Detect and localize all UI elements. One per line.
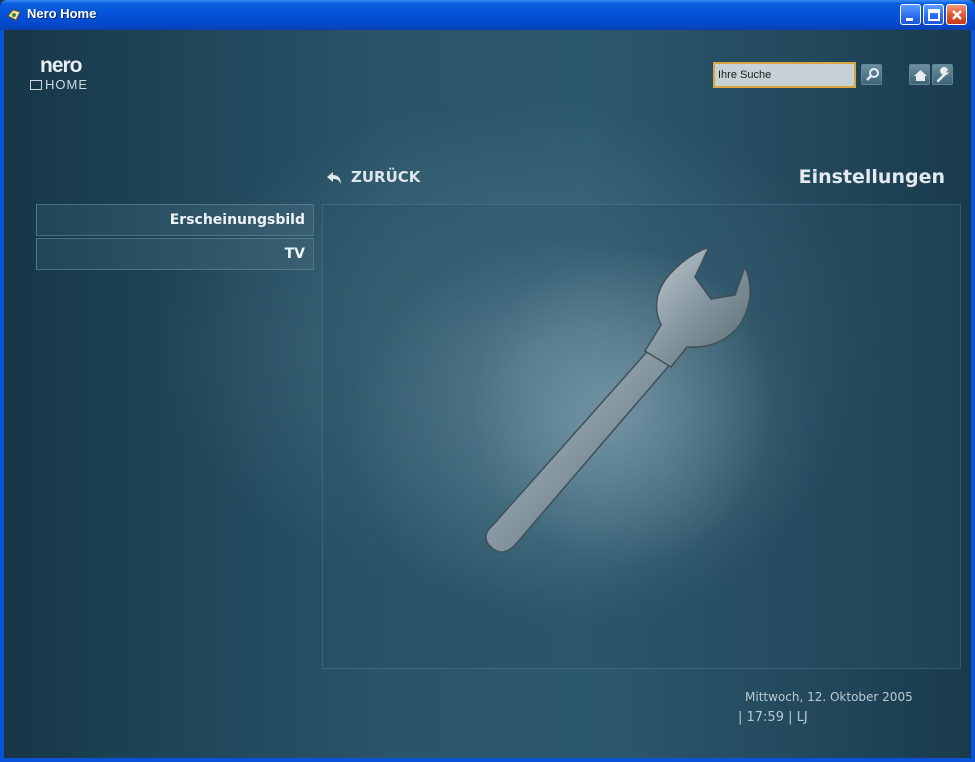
settings-button[interactable] [932, 64, 953, 85]
logo-tv-icon [30, 80, 42, 90]
close-button[interactable] [946, 4, 967, 25]
page-title: Einstellungen [798, 166, 945, 188]
search-input[interactable] [713, 62, 856, 88]
nero-home-logo: nero HOME [30, 54, 110, 96]
home-button[interactable] [909, 64, 930, 85]
time-display: | 17:59 | LJ [738, 710, 808, 725]
search-icon [866, 68, 879, 81]
home-icon [914, 70, 927, 81]
minimize-icon [906, 18, 913, 21]
back-label: ZURÜCK [351, 168, 421, 186]
maximize-button[interactable] [923, 4, 944, 25]
window-title: Nero Home [27, 6, 97, 21]
menu-item-tv[interactable]: TV [36, 238, 314, 270]
maximize-icon [928, 9, 940, 21]
nero-home-window: Nero Home nero HOME Ihre Suche ZURÜCK Ei… [0, 0, 975, 762]
settings-menu: Erscheinungsbild TV [36, 204, 314, 272]
wrench-icon [936, 67, 950, 83]
close-icon [952, 10, 962, 20]
content-panel [322, 204, 961, 669]
date-display: Mittwoch, 12. Oktober 2005 [745, 690, 913, 704]
minimize-button[interactable] [900, 4, 921, 25]
nero-app-icon [7, 9, 21, 21]
wrench-illustration [473, 245, 773, 567]
logo-subtitle: HOME [45, 77, 88, 92]
back-arrow-icon [327, 172, 341, 184]
logo-wordmark: nero [40, 54, 83, 77]
main-area: nero HOME ZURÜCK [0, 30, 975, 762]
menu-item-erscheinungsbild[interactable]: Erscheinungsbild [36, 204, 314, 236]
title-bar[interactable]: Nero Home [0, 0, 975, 30]
search-button[interactable] [861, 64, 882, 85]
